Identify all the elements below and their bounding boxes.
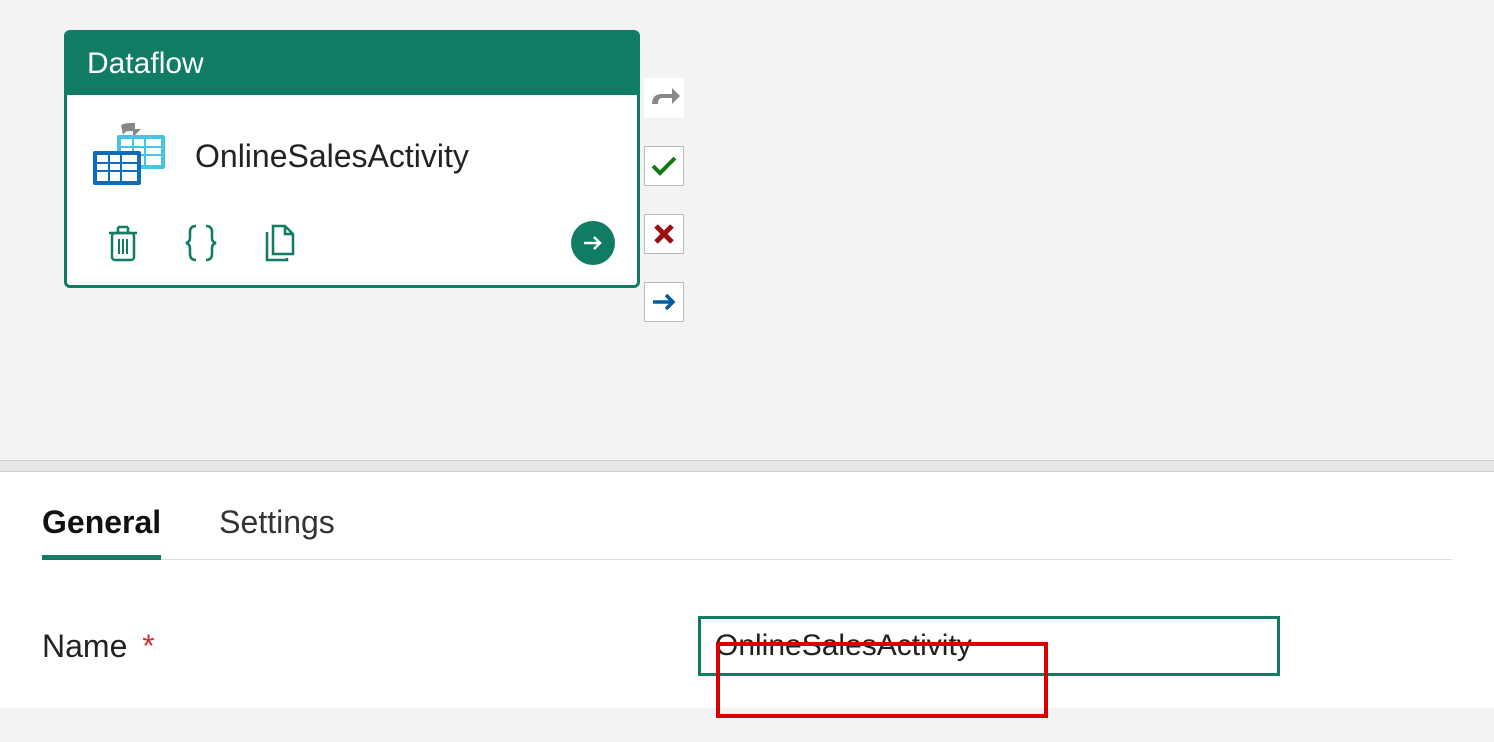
check-icon [650, 154, 678, 178]
braces-icon [182, 222, 220, 264]
activity-body: OnlineSalesActivity [67, 95, 637, 201]
pipeline-canvas[interactable]: Dataflow Onlin [0, 0, 1494, 460]
expand-button[interactable] [571, 221, 615, 265]
tab-general[interactable]: General [42, 504, 161, 559]
arrow-right-icon [651, 291, 677, 313]
arrow-right-icon [582, 232, 604, 254]
code-button[interactable] [177, 219, 225, 267]
form-row-name: Name * [42, 616, 1452, 676]
name-input[interactable] [698, 616, 1280, 676]
copy-icon [261, 222, 297, 264]
trash-icon [107, 223, 139, 263]
delete-button[interactable] [99, 219, 147, 267]
on-failure-button[interactable] [644, 214, 684, 254]
x-icon [652, 222, 676, 246]
panel-divider[interactable] [0, 460, 1494, 472]
activity-name: OnlineSalesActivity [195, 138, 469, 175]
dataflow-icon [89, 121, 169, 191]
on-completion-button[interactable] [644, 282, 684, 322]
name-label-text: Name [42, 628, 127, 664]
activity-side-buttons [644, 78, 684, 322]
copy-button[interactable] [255, 219, 303, 267]
activity-toolbar [67, 201, 637, 285]
name-label: Name * [42, 628, 698, 665]
on-success-button[interactable] [644, 146, 684, 186]
activity-card-dataflow[interactable]: Dataflow Onlin [64, 30, 640, 288]
tab-settings[interactable]: Settings [219, 504, 335, 559]
properties-panel: General Settings Name * [0, 472, 1494, 708]
activity-type-label: Dataflow [67, 33, 637, 95]
on-skip-button[interactable] [644, 78, 684, 118]
redo-icon [648, 86, 680, 110]
required-indicator: * [142, 628, 154, 664]
tabs: General Settings [42, 504, 1452, 560]
